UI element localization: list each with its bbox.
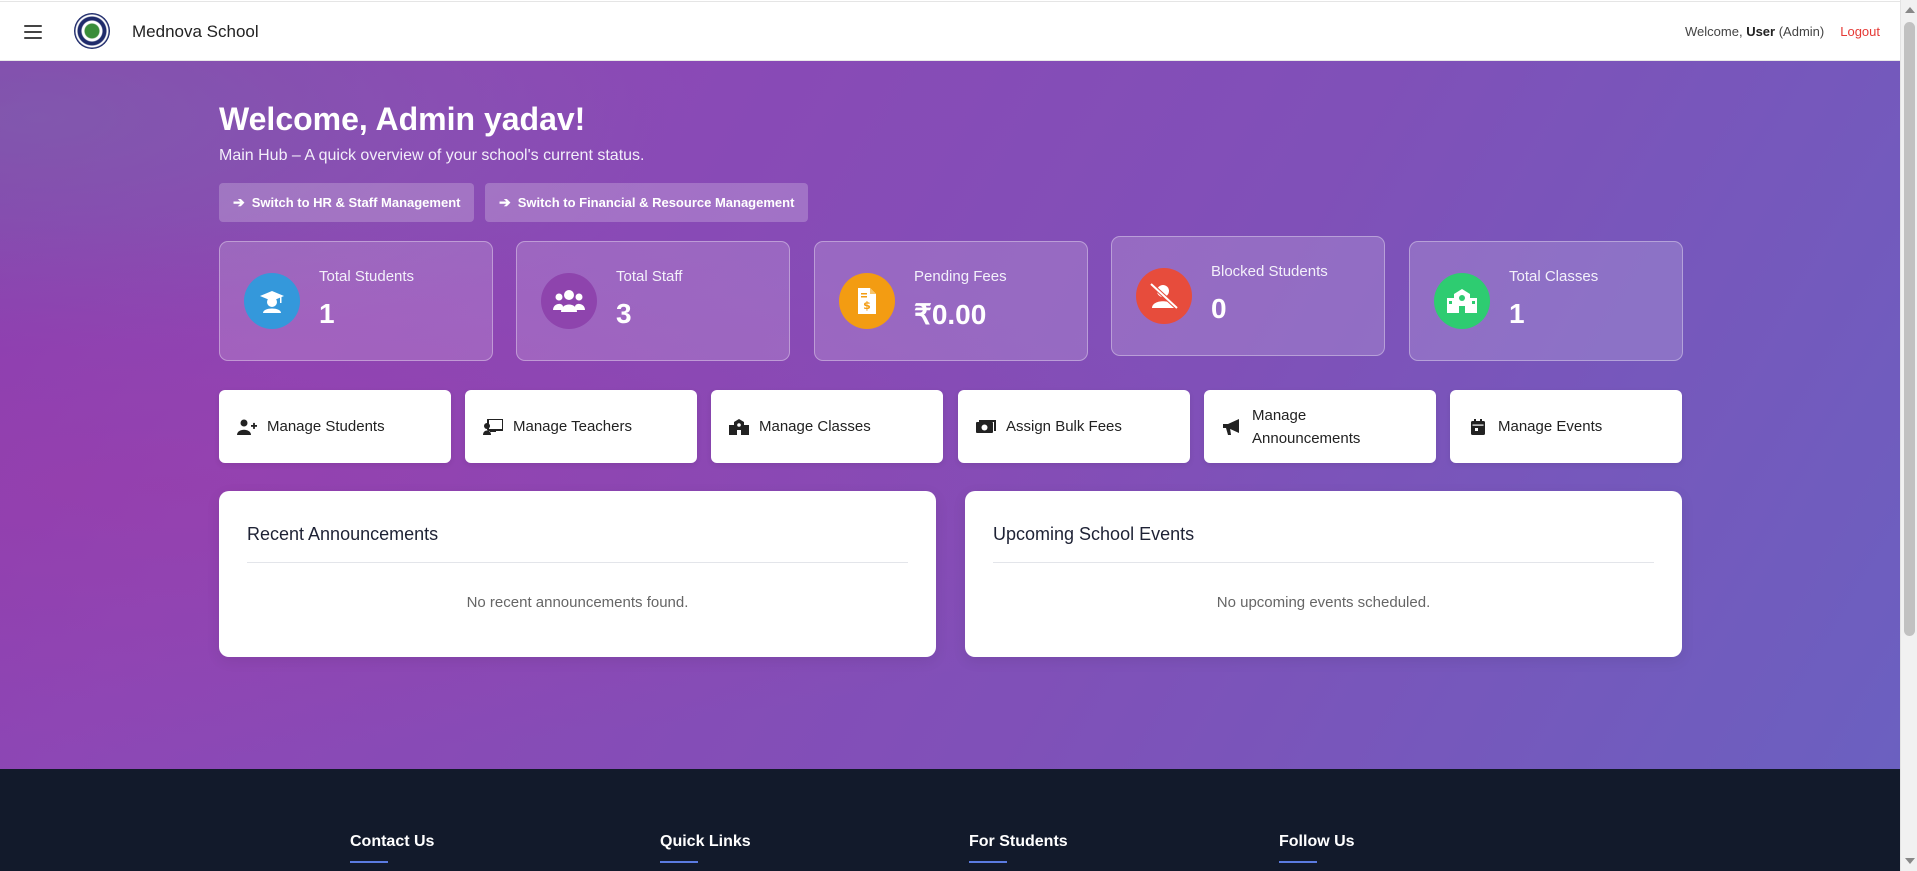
brand-name[interactable]: Mednova School xyxy=(132,22,259,42)
user-slash-icon xyxy=(1136,268,1192,324)
manage-events-button[interactable]: Manage Events xyxy=(1450,390,1682,463)
school-icon xyxy=(1434,273,1490,329)
logout-link[interactable]: Logout xyxy=(1840,24,1880,39)
upcoming-events-panel: Upcoming School Events No upcoming event… xyxy=(965,491,1682,657)
recent-announcements-panel: Recent Announcements No recent announcem… xyxy=(219,491,936,657)
arrow-right-icon: ➔ xyxy=(499,194,511,210)
stat-card-pending-fees[interactable]: $ Pending Fees ₹0.00 xyxy=(814,241,1088,361)
switch-finance-button[interactable]: ➔ Switch to Financial & Resource Managem… xyxy=(485,183,809,222)
assign-bulk-fees-button[interactable]: Assign Bulk Fees xyxy=(958,390,1190,463)
divider xyxy=(247,562,908,563)
empty-state-text: No recent announcements found. xyxy=(466,594,689,611)
scroll-up-arrow-icon[interactable] xyxy=(1905,7,1915,13)
panel-title: Recent Announcements xyxy=(247,524,439,544)
page-subtitle: Main Hub – A quick overview of your scho… xyxy=(219,147,645,164)
footer-heading-students: For Students xyxy=(969,833,1068,863)
switch-hr-button[interactable]: ➔ Switch to HR & Staff Management xyxy=(219,183,475,222)
svg-text:$: $ xyxy=(863,299,871,312)
chalkboard-teacher-icon xyxy=(483,417,503,437)
money-bill-icon xyxy=(976,417,996,437)
manage-teachers-button[interactable]: Manage Teachers xyxy=(465,390,697,463)
dashboard-hero: Welcome, Admin yadav! Main Hub – A quick… xyxy=(0,61,1900,769)
manage-announcements-button[interactable]: Manage Announcements xyxy=(1204,390,1436,463)
top-navbar: Mednova School Welcome, User (Admin) Log… xyxy=(0,1,1900,61)
manage-students-button[interactable]: Manage Students xyxy=(219,390,451,463)
vertical-scrollbar[interactable] xyxy=(1900,0,1917,871)
school-logo[interactable] xyxy=(74,13,110,49)
footer-heading-contact: Contact Us xyxy=(350,833,435,863)
users-icon xyxy=(541,273,597,329)
stat-card-total-classes[interactable]: Total Classes 1 xyxy=(1409,241,1683,361)
empty-state-text: No upcoming events scheduled. xyxy=(1216,594,1431,611)
divider xyxy=(993,562,1654,563)
footer-heading-quick-links: Quick Links xyxy=(660,833,751,863)
user-area: Welcome, User (Admin) Logout xyxy=(1685,24,1880,39)
invoice-dollar-icon: $ xyxy=(839,273,895,329)
scrollbar-thumb[interactable] xyxy=(1904,22,1915,636)
page-title: Welcome, Admin yadav! xyxy=(219,101,586,137)
panel-title: Upcoming School Events xyxy=(993,524,1195,544)
site-footer: Contact Us Quick Links For Students Foll… xyxy=(0,769,1900,871)
school-building-icon xyxy=(729,417,749,437)
hamburger-menu-icon[interactable] xyxy=(24,25,42,39)
welcome-user-text: Welcome, User (Admin) xyxy=(1685,24,1825,39)
bullhorn-icon xyxy=(1222,417,1242,437)
stat-card-total-staff[interactable]: Total Staff 3 xyxy=(516,241,790,361)
arrow-right-icon: ➔ xyxy=(233,194,245,210)
page: Mednova School Welcome, User (Admin) Log… xyxy=(0,0,1900,871)
manage-classes-button[interactable]: Manage Classes xyxy=(711,390,943,463)
footer-heading-follow: Follow Us xyxy=(1279,833,1355,863)
scroll-down-arrow-icon[interactable] xyxy=(1905,858,1915,864)
stat-card-total-students[interactable]: Total Students 1 xyxy=(219,241,493,361)
calendar-icon xyxy=(1468,417,1488,437)
stat-card-blocked-students[interactable]: Blocked Students 0 xyxy=(1111,236,1385,356)
user-plus-icon xyxy=(237,417,257,437)
graduate-icon xyxy=(244,273,300,329)
